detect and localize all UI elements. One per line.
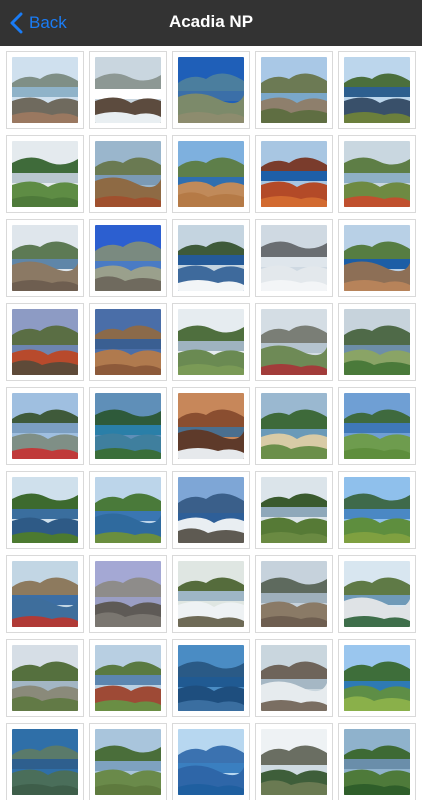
page-title: Acadia NP — [168, 12, 254, 31]
photo-thumbnail[interactable] — [339, 472, 415, 548]
photo-thumbnail[interactable] — [256, 556, 332, 632]
landscape-photo — [12, 141, 78, 207]
landscape-photo — [95, 57, 161, 123]
photo-thumbnail[interactable] — [7, 640, 83, 716]
landscape-photo — [178, 309, 244, 375]
photo-thumbnail[interactable] — [173, 388, 249, 464]
landscape-photo — [95, 477, 161, 543]
photo-thumbnail[interactable] — [173, 136, 249, 212]
photo-thumbnail[interactable] — [7, 304, 83, 380]
photo-thumbnail[interactable] — [339, 52, 415, 128]
landscape-photo — [12, 225, 78, 291]
photo-thumbnail[interactable] — [339, 220, 415, 296]
photo-thumbnail[interactable] — [173, 220, 249, 296]
landscape-photo — [95, 393, 161, 459]
landscape-photo — [344, 393, 410, 459]
landscape-photo — [261, 309, 327, 375]
landscape-photo — [344, 477, 410, 543]
photo-thumbnail[interactable] — [339, 640, 415, 716]
photo-thumbnail[interactable] — [256, 472, 332, 548]
photo-thumbnail[interactable] — [7, 388, 83, 464]
landscape-photo — [12, 57, 78, 123]
photo-thumbnail[interactable] — [173, 52, 249, 128]
landscape-photo — [261, 393, 327, 459]
landscape-photo — [12, 561, 78, 627]
photo-thumbnail[interactable] — [339, 556, 415, 632]
landscape-photo — [261, 225, 327, 291]
landscape-photo — [344, 309, 410, 375]
photo-thumbnail[interactable] — [90, 556, 166, 632]
photo-thumbnail[interactable] — [256, 724, 332, 800]
landscape-photo — [261, 729, 327, 795]
landscape-photo — [344, 141, 410, 207]
photo-thumbnail[interactable] — [339, 724, 415, 800]
photo-thumbnail[interactable] — [90, 52, 166, 128]
landscape-photo — [178, 729, 244, 795]
landscape-photo — [344, 225, 410, 291]
landscape-photo — [12, 645, 78, 711]
landscape-photo — [344, 57, 410, 123]
photo-thumbnail[interactable] — [173, 724, 249, 800]
photo-thumbnail[interactable] — [7, 220, 83, 296]
landscape-photo — [12, 729, 78, 795]
navigation-bar: Back Acadia NP — [0, 0, 422, 46]
landscape-photo — [178, 393, 244, 459]
landscape-photo — [178, 141, 244, 207]
photo-thumbnail[interactable] — [90, 472, 166, 548]
photo-thumbnail[interactable] — [173, 472, 249, 548]
photo-thumbnail[interactable] — [256, 136, 332, 212]
photo-thumbnail[interactable] — [7, 556, 83, 632]
photo-thumbnail[interactable] — [90, 304, 166, 380]
photo-thumbnail[interactable] — [256, 304, 332, 380]
landscape-photo — [12, 477, 78, 543]
landscape-photo — [178, 57, 244, 123]
landscape-photo — [344, 645, 410, 711]
landscape-photo — [261, 645, 327, 711]
landscape-photo — [95, 645, 161, 711]
photo-thumbnail[interactable] — [339, 304, 415, 380]
photo-thumbnail[interactable] — [256, 52, 332, 128]
landscape-photo — [12, 393, 78, 459]
landscape-photo — [95, 141, 161, 207]
landscape-photo — [178, 477, 244, 543]
landscape-photo — [178, 645, 244, 711]
photo-thumbnail[interactable] — [90, 136, 166, 212]
landscape-photo — [344, 729, 410, 795]
landscape-photo — [178, 225, 244, 291]
photo-thumbnail[interactable] — [173, 304, 249, 380]
photo-thumbnail[interactable] — [90, 640, 166, 716]
landscape-photo — [95, 309, 161, 375]
photo-thumbnail[interactable] — [90, 724, 166, 800]
landscape-photo — [261, 477, 327, 543]
landscape-photo — [261, 561, 327, 627]
photo-thumbnail[interactable] — [173, 556, 249, 632]
landscape-photo — [261, 57, 327, 123]
landscape-photo — [95, 561, 161, 627]
landscape-photo — [95, 225, 161, 291]
landscape-photo — [95, 729, 161, 795]
photo-grid — [7, 52, 419, 800]
photo-thumbnail[interactable] — [256, 640, 332, 716]
photo-thumbnail[interactable] — [256, 220, 332, 296]
photo-thumbnail[interactable] — [339, 136, 415, 212]
landscape-photo — [12, 309, 78, 375]
photo-thumbnail[interactable] — [7, 472, 83, 548]
photo-thumbnail[interactable] — [7, 52, 83, 128]
landscape-photo — [261, 141, 327, 207]
photo-thumbnail[interactable] — [90, 388, 166, 464]
photo-thumbnail[interactable] — [173, 640, 249, 716]
photo-thumbnail[interactable] — [90, 220, 166, 296]
photo-thumbnail[interactable] — [7, 136, 83, 212]
photo-thumbnail[interactable] — [339, 388, 415, 464]
photo-thumbnail[interactable] — [7, 724, 83, 800]
landscape-photo — [178, 561, 244, 627]
photo-thumbnail[interactable] — [256, 388, 332, 464]
landscape-photo — [344, 561, 410, 627]
